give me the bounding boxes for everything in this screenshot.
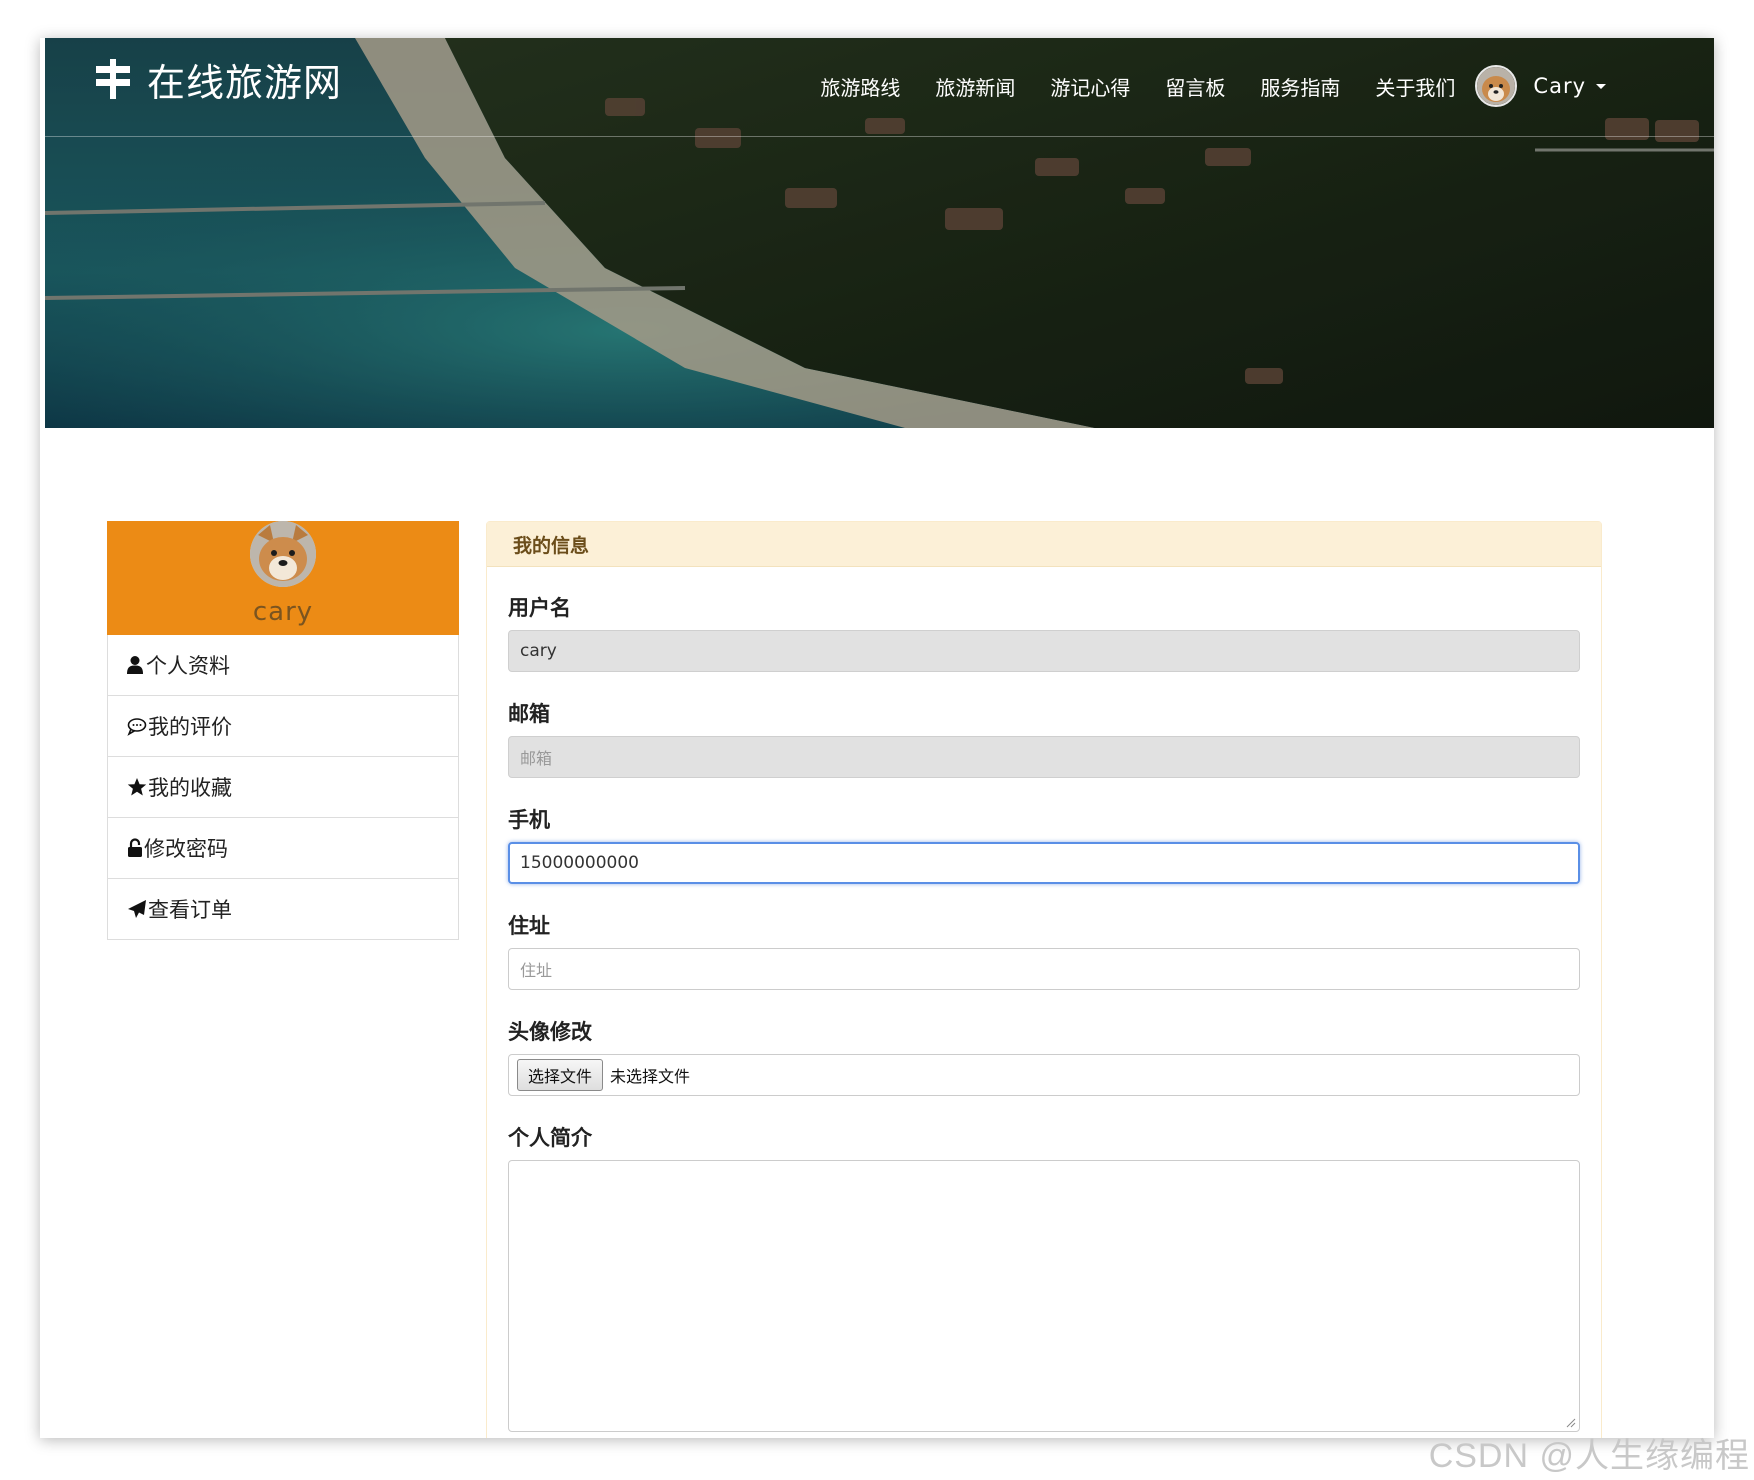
nav-travelogue[interactable]: 游记心得	[1050, 72, 1130, 101]
avatar	[1475, 65, 1518, 107]
bio-textarea[interactable]	[508, 1160, 1580, 1432]
nav-routes[interactable]: 旅游路线	[820, 72, 900, 101]
avatar-upload-label: 头像修改	[508, 1020, 592, 1044]
username-value: cary	[520, 641, 557, 661]
profile-name: cary	[252, 597, 314, 627]
send-icon	[128, 900, 146, 918]
user-name: Cary	[1533, 74, 1586, 98]
navbar: 在线旅游网 旅游路线 旅游新闻 游记心得 留言板 服务指南 关于我们 Cary	[45, 38, 1714, 137]
lock-icon	[128, 838, 142, 857]
profile-card: cary	[107, 521, 459, 635]
username-field: cary	[508, 630, 1580, 672]
email-placeholder: 邮箱	[520, 749, 553, 768]
avatar[interactable]	[250, 521, 316, 587]
sidebar-item-label: 我的评价	[148, 715, 232, 739]
resize-grip-icon[interactable]	[1566, 1418, 1576, 1428]
address-label: 住址	[508, 914, 550, 938]
nav-about-us[interactable]: 关于我们	[1375, 72, 1455, 101]
nav-message-board[interactable]: 留言板	[1165, 72, 1225, 101]
file-status: 未选择文件	[610, 1067, 691, 1086]
user-icon	[127, 656, 143, 674]
signpost-icon	[96, 59, 130, 99]
hero-banner: 在线旅游网 旅游路线 旅游新闻 游记心得 留言板 服务指南 关于我们 Cary	[45, 38, 1714, 428]
my-info-panel: 我的信息 用户名 cary 邮箱 邮箱 手机 15000000000 住址 住址…	[486, 521, 1602, 1438]
phone-label: 手机	[508, 808, 550, 832]
choose-file-button[interactable]: 选择文件	[517, 1059, 604, 1091]
sidebar-item-change-password[interactable]: 修改密码	[108, 817, 458, 878]
sidebar-item-label: 我的收藏	[148, 776, 232, 800]
caret-down-icon	[1596, 83, 1606, 89]
sidebar-item-favorites[interactable]: 我的收藏	[108, 756, 458, 817]
brand-title: 在线旅游网	[147, 60, 343, 105]
avatar-file-input[interactable]: 选择文件 未选择文件	[508, 1054, 1580, 1096]
sidebar-item-profile[interactable]: 个人资料	[108, 635, 458, 695]
sidebar: cary 个人资料 我的评价 我的收藏 修改密码 查看订单	[107, 521, 459, 940]
sidebar-item-label: 修改密码	[144, 837, 228, 861]
sidebar-item-orders[interactable]: 查看订单	[108, 878, 458, 939]
profile-form: 用户名 cary 邮箱 邮箱 手机 15000000000 住址 住址 头像修改…	[508, 566, 1580, 1432]
address-placeholder: 住址	[520, 961, 553, 980]
sidebar-item-reviews[interactable]: 我的评价	[108, 695, 458, 756]
sidebar-item-label: 个人资料	[146, 654, 230, 678]
address-field[interactable]: 住址	[508, 948, 1580, 990]
user-menu[interactable]: Cary	[1475, 65, 1606, 107]
phone-value: 15000000000	[520, 853, 639, 873]
main-nav: 旅游路线 旅游新闻 游记心得 留言板 服务指南 关于我们 Cary	[785, 62, 1606, 110]
username-label: 用户名	[508, 596, 571, 620]
watermark: CSDN @人生缘编程	[1428, 1437, 1750, 1475]
brand[interactable]: 在线旅游网	[93, 52, 342, 106]
bio-label: 个人简介	[508, 1126, 592, 1150]
nav-service-guide[interactable]: 服务指南	[1260, 72, 1340, 101]
comment-icon	[127, 718, 147, 736]
nav-news[interactable]: 旅游新闻	[935, 72, 1015, 101]
phone-field[interactable]: 15000000000	[508, 842, 1580, 884]
email-label: 邮箱	[508, 702, 550, 726]
sidebar-menu: 个人资料 我的评价 我的收藏 修改密码 查看订单	[107, 635, 459, 940]
sidebar-item-label: 查看订单	[148, 898, 232, 922]
dog-avatar-icon	[1477, 67, 1516, 105]
panel-heading: 我的信息	[487, 522, 1601, 567]
email-field: 邮箱	[508, 736, 1580, 778]
dog-avatar-icon	[250, 521, 316, 587]
browser-page: 在线旅游网 旅游路线 旅游新闻 游记心得 留言板 服务指南 关于我们 Cary …	[40, 38, 1714, 1438]
star-icon	[127, 778, 147, 796]
